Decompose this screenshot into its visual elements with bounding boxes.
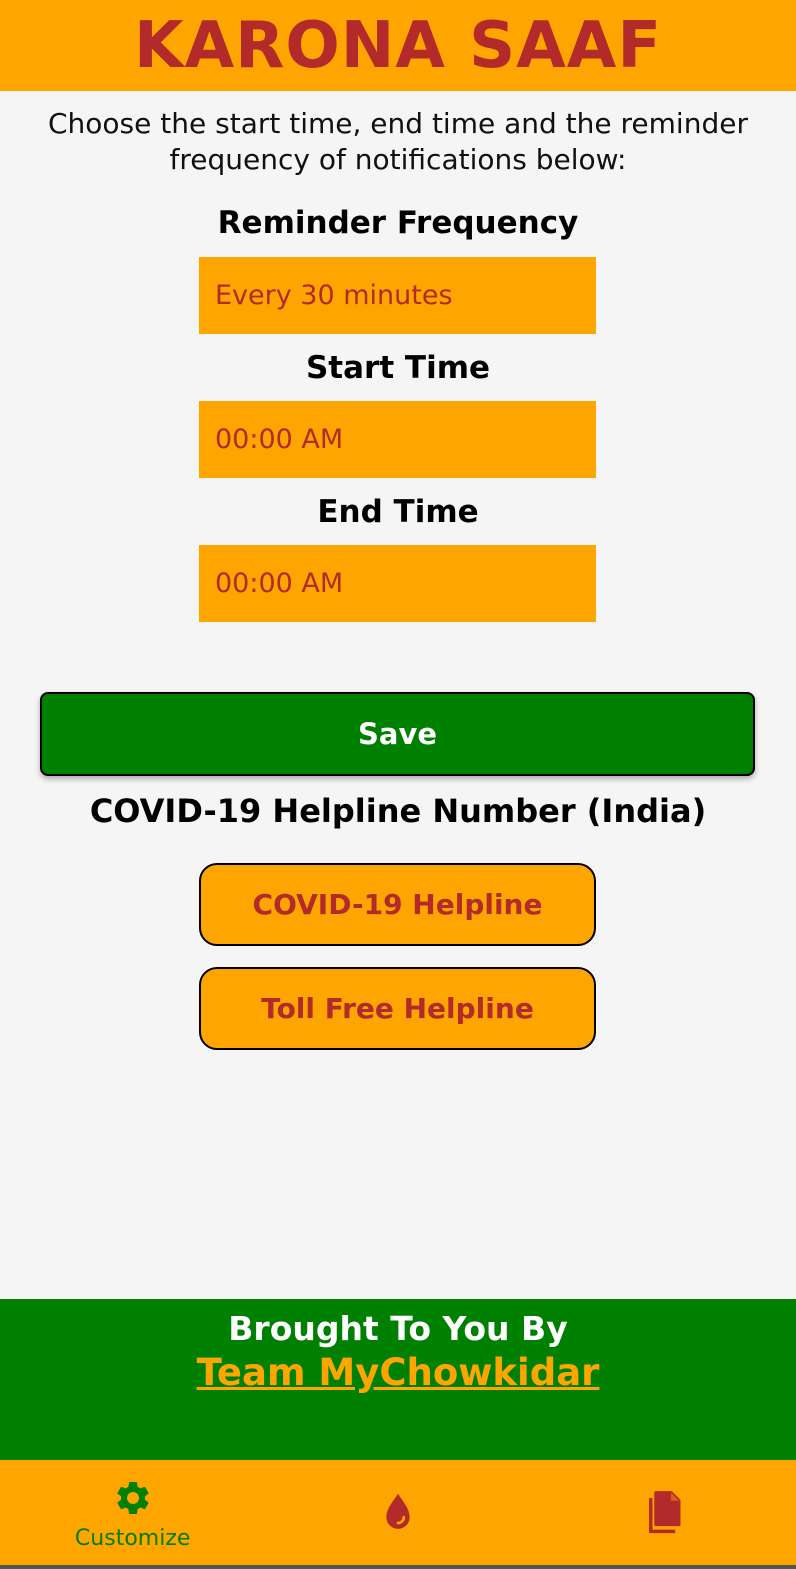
covid-helpline-button[interactable]: COVID-19 Helpline [199, 863, 596, 946]
bottom-navigation: Customize [0, 1460, 796, 1569]
end-time-label: End Time [317, 494, 479, 530]
toll-free-helpline-button[interactable]: Toll Free Helpline [199, 967, 596, 1050]
team-link[interactable]: Team MyChowkidar [197, 1351, 600, 1395]
app-title: KARONA SAAF [133, 8, 663, 83]
end-time-field[interactable]: 00:00 AM [199, 545, 596, 622]
credits-banner: Brought To You By Team MyChowkidar [0, 1299, 796, 1460]
documents-icon [642, 1489, 684, 1541]
reminder-frequency-label: Reminder Frequency [217, 205, 579, 241]
nav-divider [0, 1565, 796, 1569]
droplet-icon [378, 1491, 418, 1539]
credits-label: Brought To You By [228, 1309, 568, 1348]
save-button[interactable]: Save [40, 692, 755, 776]
nav-item-customize[interactable]: Customize [0, 1460, 265, 1569]
nav-label-customize: Customize [74, 1526, 191, 1551]
start-time-field[interactable]: 00:00 AM [199, 401, 596, 478]
reminder-frequency-field[interactable]: Every 30 minutes [199, 257, 596, 334]
app-header: KARONA SAAF [0, 0, 796, 91]
nav-item-documents[interactable] [531, 1460, 796, 1569]
intro-text: Choose the start time, end time and the … [48, 107, 748, 176]
helpline-title: COVID-19 Helpline Number (India) [89, 792, 707, 830]
nav-item-hygiene[interactable] [265, 1460, 530, 1569]
app-screen: KARONA SAAF Choose the start time, end t… [0, 0, 796, 1569]
gear-icon [113, 1478, 153, 1522]
start-time-label: Start Time [305, 350, 491, 386]
